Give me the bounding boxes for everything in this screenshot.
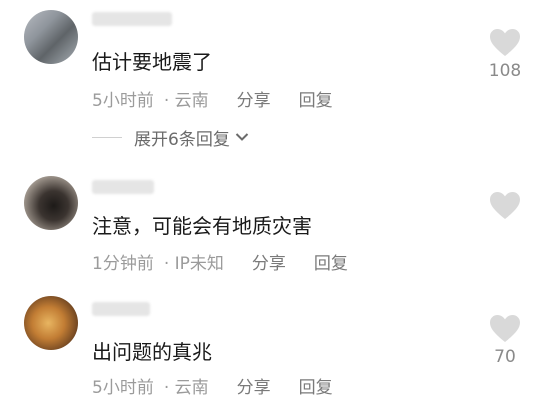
expand-replies-label: 展开6条回复 — [134, 129, 230, 150]
like-button[interactable]: 70 — [485, 314, 525, 367]
share-button[interactable]: 分享 — [237, 378, 271, 398]
comment-time: 1分钟前 — [92, 254, 154, 274]
like-count: 108 — [488, 61, 522, 81]
reply-button[interactable]: 回复 — [299, 378, 333, 398]
heart-icon — [490, 192, 520, 219]
avatar[interactable] — [24, 10, 78, 64]
share-button[interactable]: 分享 — [237, 91, 271, 111]
username-blurred[interactable] — [92, 12, 172, 26]
heart-icon — [490, 29, 520, 56]
comment-meta: 5小时前 · 云南 分享 回复 — [92, 373, 333, 398]
comment-time: 5小时前 — [92, 91, 154, 111]
username-blurred[interactable] — [92, 180, 154, 194]
avatar[interactable] — [24, 176, 78, 230]
chevron-down-icon — [235, 133, 249, 141]
comment-location: · 云南 — [163, 91, 209, 111]
comment-location: · IP未知 — [163, 254, 224, 274]
like-button[interactable]: 108 — [485, 28, 525, 81]
comment-text: 出问题的真兆 — [92, 340, 212, 364]
avatar[interactable] — [24, 296, 78, 350]
expand-replies-button[interactable]: 展开6条回复 — [92, 124, 249, 150]
comment-location: · 云南 — [163, 378, 209, 398]
comment-time: 5小时前 — [92, 378, 154, 398]
reply-button[interactable]: 回复 — [314, 254, 348, 274]
comment-text: 估计要地震了 — [92, 50, 212, 74]
comment-meta: 1分钟前 · IP未知 分享 回复 — [92, 249, 348, 274]
divider-line — [92, 136, 122, 138]
reply-button[interactable]: 回复 — [299, 91, 333, 111]
comment-meta: 5小时前 · 云南 分享 回复 — [92, 86, 333, 111]
share-button[interactable]: 分享 — [252, 254, 286, 274]
comment-text: 注意，可能会有地质灾害 — [92, 214, 312, 238]
heart-icon — [490, 315, 520, 342]
like-button[interactable] — [485, 191, 525, 224]
username-blurred[interactable] — [92, 302, 150, 316]
like-count: 70 — [494, 347, 516, 367]
